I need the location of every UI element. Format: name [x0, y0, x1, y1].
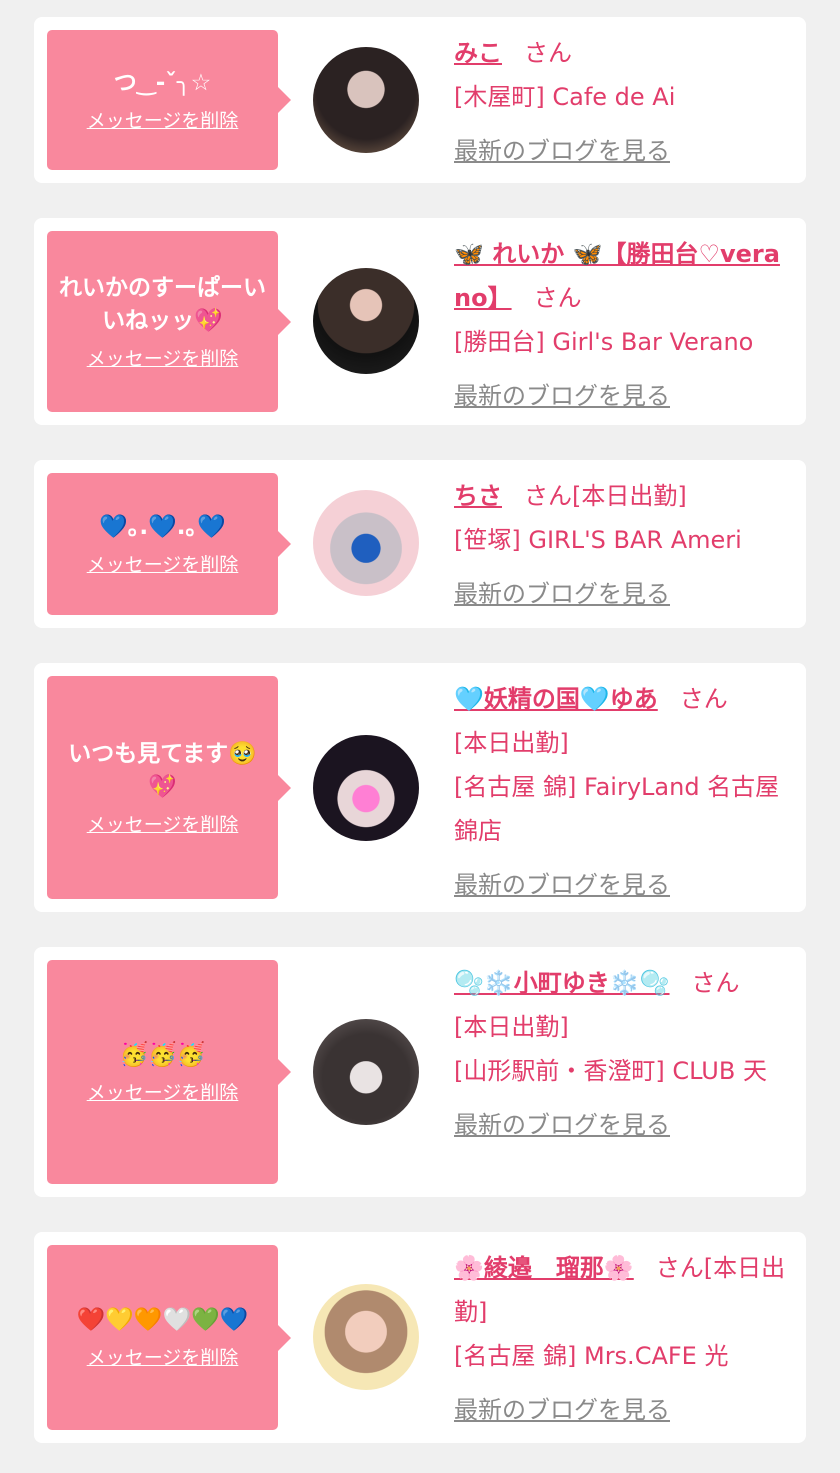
honorific: さん — [524, 482, 572, 510]
status-text: [本日出勤] — [454, 1013, 569, 1041]
delete-message-link[interactable]: メッセージを削除 — [87, 346, 239, 372]
honorific: さん — [691, 969, 740, 997]
delete-message-link[interactable]: メッセージを削除 — [87, 552, 239, 578]
profile-info: 🦋 れいか 🦋【勝田台♡verano】 さん [勝田台] Girl's Bar V… — [454, 232, 788, 418]
message-bubble: 💙｡.💙.｡💙 メッセージを削除 — [47, 473, 291, 615]
shop-text: [山形駅前・香澄町] CLUB 天 — [454, 1057, 767, 1085]
name-line: 🩵妖精の国🩵ゆあ さん — [454, 677, 788, 721]
message-card: れいかのすーぱーいいねッッ💖 メッセージを削除 🦋 れいか 🦋【勝田台♡vera… — [34, 218, 806, 425]
message-card: 💙｡.💙.｡💙 メッセージを削除 ちさ さん[本日出勤] [笹塚] GIRL'S … — [34, 460, 806, 628]
message-card: ❤️💛🧡🤍💚💙 メッセージを削除 🌸綾邉 瑠那🌸 さん[本日出勤] [名古屋 錦]… — [34, 1232, 806, 1443]
cast-name-link[interactable]: 🦋 れいか 🦋【勝田台♡verano】 — [454, 240, 780, 312]
message-text: ❤️💛🧡🤍💚💙 — [76, 1307, 249, 1333]
avatar[interactable] — [313, 1019, 419, 1125]
shop-text: [笹塚] GIRL'S BAR Ameri — [454, 526, 742, 554]
cast-name-link[interactable]: 🌸綾邉 瑠那🌸 — [454, 1254, 634, 1282]
message-card: 🥳🥳🥳 メッセージを削除 🫧❄️小町ゆき❄️🫧 さん [本日出勤] [山形駅前・香… — [34, 947, 806, 1197]
message-bubble: 🥳🥳🥳 メッセージを削除 — [47, 960, 291, 1184]
name-line: 🫧❄️小町ゆき❄️🫧 さん — [454, 961, 788, 1005]
message-bubble: れいかのすーぱーいいねッッ💖 メッセージを削除 — [47, 231, 291, 412]
message-text: いつも見てます🥹💖 — [68, 740, 257, 800]
latest-blog-link[interactable]: 最新のブログを見る — [454, 572, 670, 616]
avatar[interactable] — [313, 735, 419, 841]
cast-name-link[interactable]: みこ — [454, 39, 502, 67]
delete-message-link[interactable]: メッセージを削除 — [87, 812, 239, 838]
message-bubble: いつも見てます🥹💖 メッセージを削除 — [47, 676, 291, 899]
name-line: 🦋 れいか 🦋【勝田台♡verano】 さん — [454, 232, 788, 320]
shop-text: [木屋町] Cafe de Ai — [454, 83, 676, 111]
latest-blog-link[interactable]: 最新のブログを見る — [454, 1103, 670, 1147]
latest-blog-link[interactable]: 最新のブログを見る — [454, 863, 670, 907]
name-line: みこ さん — [454, 31, 788, 75]
avatar[interactable] — [313, 47, 419, 153]
message-bubble: つ‿-ˇ╮☆ メッセージを削除 — [47, 30, 291, 170]
message-bubble: ❤️💛🧡🤍💚💙 メッセージを削除 — [47, 1245, 291, 1430]
message-text: れいかのすーぱーいいねッッ💖 — [59, 274, 266, 334]
honorific: さん — [533, 284, 582, 312]
cast-name-link[interactable]: 🩵妖精の国🩵ゆあ — [454, 685, 658, 713]
delete-message-link[interactable]: メッセージを削除 — [87, 108, 239, 134]
profile-info: 🩵妖精の国🩵ゆあ さん [本日出勤] [名古屋 錦] FairyLand 名古屋錦… — [454, 677, 788, 907]
status-text: [本日出勤] — [454, 729, 569, 757]
avatar[interactable] — [313, 268, 419, 374]
message-text: 💙｡.💙.｡💙 — [99, 513, 226, 540]
profile-info: 🫧❄️小町ゆき❄️🫧 さん [本日出勤] [山形駅前・香澄町] CLUB 天 最新… — [454, 961, 788, 1147]
honorific: さん — [524, 39, 572, 67]
avatar[interactable] — [313, 490, 419, 596]
message-text: つ‿-ˇ╮☆ — [113, 69, 212, 96]
latest-blog-link[interactable]: 最新のブログを見る — [454, 374, 670, 418]
cast-name-link[interactable]: 🫧❄️小町ゆき❄️🫧 — [454, 969, 670, 997]
name-line: ちさ さん[本日出勤] — [454, 474, 788, 518]
delete-message-link[interactable]: メッセージを削除 — [87, 1345, 239, 1371]
message-card: つ‿-ˇ╮☆ メッセージを削除 みこ さん [木屋町] Cafe de Ai 最新… — [34, 17, 806, 183]
status-text: [本日出勤] — [572, 482, 687, 510]
profile-info: 🌸綾邉 瑠那🌸 さん[本日出勤] [名古屋 錦] Mrs.CAFE 光 最新のブロ… — [454, 1246, 788, 1432]
shop-text: [名古屋 錦] FairyLand 名古屋錦店 — [454, 773, 780, 845]
latest-blog-link[interactable]: 最新のブログを見る — [454, 129, 670, 173]
profile-info: ちさ さん[本日出勤] [笹塚] GIRL'S BAR Ameri 最新のブログを… — [454, 474, 788, 616]
shop-text: [勝田台] Girl's Bar Verano — [454, 328, 754, 356]
honorific: さん — [655, 1254, 704, 1282]
latest-blog-link[interactable]: 最新のブログを見る — [454, 1388, 670, 1432]
avatar[interactable] — [313, 1284, 419, 1390]
delete-message-link[interactable]: メッセージを削除 — [87, 1080, 239, 1106]
cast-name-link[interactable]: ちさ — [454, 482, 502, 510]
name-line: 🌸綾邉 瑠那🌸 さん[本日出勤] — [454, 1246, 788, 1334]
profile-info: みこ さん [木屋町] Cafe de Ai 最新のブログを見る — [454, 31, 788, 173]
shop-text: [名古屋 錦] Mrs.CAFE 光 — [454, 1342, 729, 1370]
message-card: いつも見てます🥹💖 メッセージを削除 🩵妖精の国🩵ゆあ さん [本日出勤] [名古… — [34, 663, 806, 912]
message-text: 🥳🥳🥳 — [119, 1041, 206, 1068]
honorific: さん — [679, 685, 728, 713]
